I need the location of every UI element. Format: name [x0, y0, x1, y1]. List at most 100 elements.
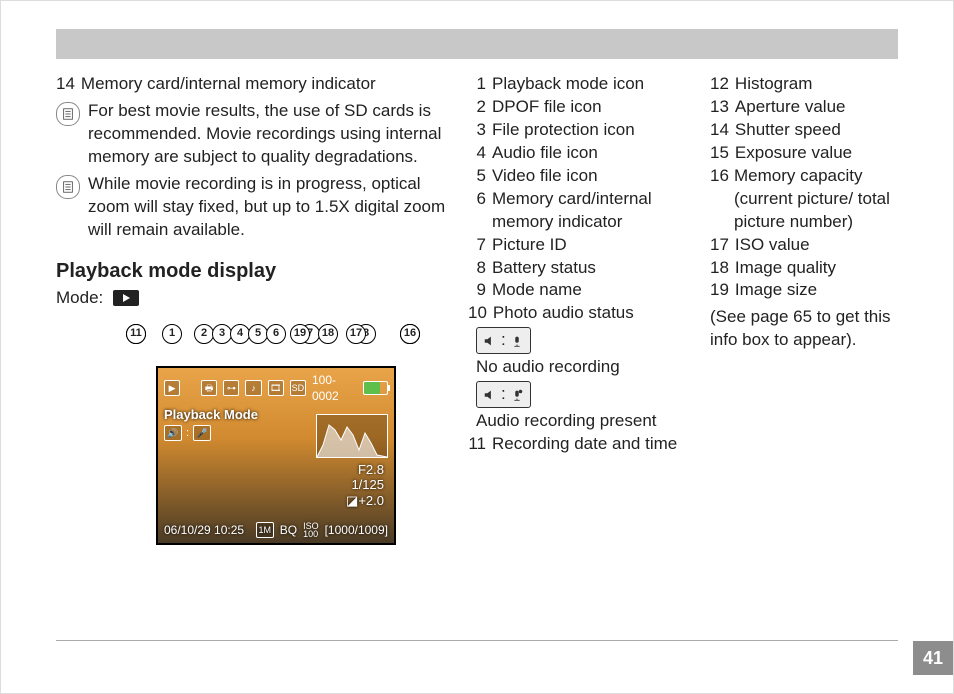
list-item: 7Picture ID — [468, 234, 688, 257]
icon-row: ▶ 🖶 ⊶ ♪ 🎞 SD 100-0002 — [158, 368, 394, 404]
item-text: File protection icon — [492, 119, 635, 142]
item-text: Video file icon — [492, 165, 598, 188]
playback-diagram: 1 2 3 4 5 6 7 8 9 10 11 12 13 14 15 16 1… — [56, 324, 406, 594]
shutter-value: 1/125 — [346, 477, 384, 493]
mode-line: Mode: — [56, 287, 446, 310]
item-text: Picture ID — [492, 234, 567, 257]
callout-1: 1 — [162, 324, 182, 344]
callout-17: 17 — [346, 324, 366, 344]
list-item: 1Playback mode icon — [468, 73, 688, 96]
play-icon: ▶ — [164, 380, 180, 396]
callout-5: 5 — [248, 324, 268, 344]
mode-label: Mode: — [56, 287, 103, 310]
footer-rule — [56, 640, 898, 641]
callout-6: 6 — [266, 324, 286, 344]
item-number: 14 — [56, 73, 75, 96]
callout-19: 19 — [290, 324, 310, 344]
header-bar — [56, 29, 898, 59]
note-text: For best movie results, the use of SD ca… — [88, 100, 446, 169]
item-text: Audio file icon — [492, 142, 598, 165]
item-number: 17 — [710, 234, 729, 257]
callout-18: 18 — [318, 324, 338, 344]
list-item: 4 Audio file icon — [468, 142, 688, 165]
dpof-icon: 🖶 — [201, 380, 217, 396]
audio-present-badge: : — [476, 381, 531, 408]
item-number: 9 — [468, 279, 486, 302]
item-text: ISO value — [735, 234, 810, 257]
callout-3: 3 — [212, 324, 232, 344]
note-icon — [56, 175, 80, 199]
list-item: 9 Mode name — [468, 279, 688, 302]
list-item: 14 Memory card/internal memory indicator — [56, 73, 446, 96]
iso-value: ISO100 — [303, 522, 319, 538]
item-number: 14 — [710, 119, 729, 142]
page-number: 41 — [923, 648, 943, 669]
item-text: Exposure value — [735, 142, 852, 165]
item-text: Aperture value — [735, 96, 846, 119]
item-text: Histogram — [735, 73, 812, 96]
left-column: 14 Memory card/internal memory indicator… — [56, 73, 446, 637]
histogram — [316, 414, 388, 458]
callout-11: 11 — [126, 324, 146, 344]
list-item: 12 Histogram — [710, 73, 898, 96]
datetime: 06/10/29 10:25 — [164, 522, 244, 538]
page: 14 Memory card/internal memory indicator… — [0, 0, 954, 694]
bottom-row: 06/10/29 10:25 1M BQ ISO100 [1000/1009] — [164, 522, 388, 538]
video-icon: 🎞 — [268, 380, 284, 396]
exposure-values: F2.8 1/125 ◪+2.0 — [346, 462, 384, 509]
item-number: 12 — [710, 73, 729, 96]
item-text: Image quality — [735, 257, 836, 280]
item-number: 18 — [710, 257, 729, 280]
list-item: 19 Image size — [710, 279, 898, 302]
item-number: 4 — [468, 142, 486, 165]
note-text: While movie recording is in progress, op… — [88, 173, 446, 242]
picture-id: 100-0002 — [312, 372, 357, 404]
item-number: 13 — [710, 96, 729, 119]
aperture-value: F2.8 — [346, 462, 384, 478]
item-text: Image size — [735, 279, 817, 302]
list-item: 17 ISO value — [710, 234, 898, 257]
item-text: Memory capacity (current picture/ total … — [734, 165, 898, 234]
callout-16: 16 — [400, 324, 420, 344]
list-item: 15Exposure value — [710, 142, 898, 165]
item-text: Recording date and time — [492, 433, 677, 456]
item-number: 3 — [468, 119, 486, 142]
list-item: 2DPOF file icon — [468, 96, 688, 119]
audio-status-block: :No audio recording:Audio recording pres… — [476, 325, 688, 433]
item-number: 10 — [468, 302, 487, 325]
item-text: Photo audio status — [493, 302, 634, 325]
list-item: 8Battery status — [468, 257, 688, 280]
quality-icon: BQ — [280, 522, 297, 538]
list-item: 3 File protection icon — [468, 119, 688, 142]
speaker-icon: 🔊 — [164, 425, 182, 441]
no-audio-badge: : — [476, 327, 531, 354]
item-text: DPOF file icon — [492, 96, 602, 119]
item-number: 19 — [710, 279, 729, 302]
item-number: 16 — [710, 165, 728, 234]
section-heading: Playback mode display — [56, 258, 446, 285]
content: 14 Memory card/internal memory indicator… — [56, 73, 898, 637]
item-number: 8 — [468, 257, 486, 280]
page-number-tab: 41 — [913, 641, 953, 675]
item-text: Mode name — [492, 279, 582, 302]
list-item: 18 Image quality — [710, 257, 898, 280]
list-item: 6Memory card/internal memory indicator — [468, 188, 688, 234]
audio-icon: ♪ — [245, 380, 261, 396]
item-text: Memory card/internal memory indicator — [81, 73, 376, 96]
exposure-value: +2.0 — [358, 493, 384, 508]
capacity: [1000/1009] — [325, 522, 388, 538]
item-number: 5 — [468, 165, 486, 188]
see-page-note: (See page 65 to get this info box to app… — [710, 306, 898, 352]
callout-4: 4 — [230, 324, 250, 344]
size-icon: 1M — [256, 522, 274, 538]
item-number: 6 — [468, 188, 486, 234]
callout-2: 2 — [194, 324, 214, 344]
play-icon — [113, 290, 139, 306]
lcd-screen: ▶ 🖶 ⊶ ♪ 🎞 SD 100-0002 Playback Mode 🔊: 🎤 — [156, 366, 396, 545]
list-item: 16Memory capacity (current picture/ tota… — [710, 165, 898, 234]
lock-icon: ⊶ — [223, 380, 239, 396]
item-text: Playback mode icon — [492, 73, 644, 96]
ev-icon: ◪ — [346, 493, 358, 508]
list-item: 13 Aperture value — [710, 96, 898, 119]
legend-column-1: 1Playback mode icon2DPOF file icon3 File … — [468, 73, 688, 637]
